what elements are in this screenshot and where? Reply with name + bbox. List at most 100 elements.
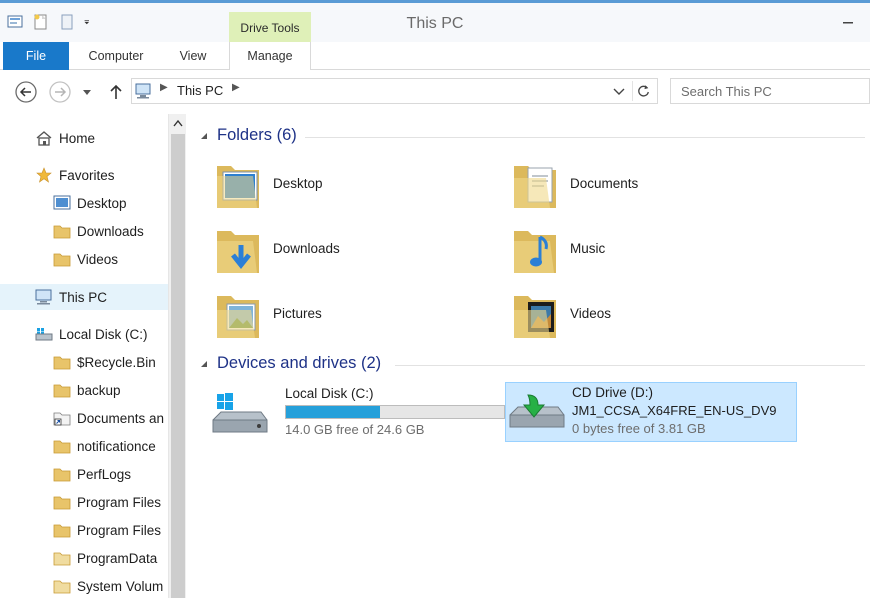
downloads-folder-icon bbox=[217, 231, 259, 273]
star-icon bbox=[36, 167, 52, 183]
folder-icon bbox=[53, 384, 71, 398]
folder-icon bbox=[53, 552, 71, 566]
documents-folder-icon bbox=[514, 166, 556, 208]
folder-icon bbox=[53, 440, 71, 454]
sidebar-item-label: backup bbox=[77, 382, 121, 398]
home-icon bbox=[36, 131, 52, 146]
folder-desktop[interactable]: Desktop bbox=[213, 156, 473, 212]
sidebar-item-recycle-bin[interactable]: $Recycle.Bin bbox=[53, 349, 168, 375]
minimize-icon[interactable] bbox=[840, 15, 856, 31]
drive-usage-bar bbox=[285, 405, 505, 419]
refresh-icon[interactable] bbox=[632, 81, 654, 101]
sidebar-item-backup[interactable]: backup bbox=[53, 377, 168, 403]
group-divider bbox=[395, 365, 865, 366]
sidebar-item-label: Desktop bbox=[77, 195, 127, 211]
tab-manage[interactable]: Manage bbox=[229, 42, 311, 70]
drive-cd-drive-d[interactable]: CD Drive (D:) JM1_CCSA_X64FRE_EN-US_DV9 … bbox=[505, 382, 797, 442]
sidebar-item-notificationcenter[interactable]: notificationce bbox=[53, 433, 168, 459]
folder-music[interactable]: Music bbox=[510, 221, 770, 277]
folder-name: Desktop bbox=[273, 176, 323, 191]
sidebar-item-label: Documents an bbox=[77, 410, 165, 426]
sidebar-item-this-pc[interactable]: This PC bbox=[0, 284, 168, 310]
folder-name: Documents bbox=[570, 176, 639, 191]
folder-icon bbox=[53, 524, 71, 538]
content-pane: Folders (6) Desktop Documents Downloads … bbox=[187, 114, 870, 598]
sidebar-item-documents-and-settings[interactable]: Documents an bbox=[53, 405, 168, 431]
recent-locations-icon[interactable] bbox=[80, 80, 94, 104]
back-button[interactable] bbox=[14, 80, 38, 104]
desktop-icon bbox=[53, 195, 71, 210]
folder-icon bbox=[53, 468, 71, 482]
sidebar-item-label: notificationce bbox=[77, 438, 156, 454]
drive-free-space: 14.0 GB free of 24.6 GB bbox=[285, 422, 425, 437]
computer-icon bbox=[35, 289, 52, 305]
group-divider bbox=[305, 137, 865, 138]
drive-free-space: 0 bytes free of 3.81 GB bbox=[572, 421, 706, 436]
folder-icon bbox=[53, 580, 71, 594]
computer-icon bbox=[135, 83, 151, 99]
address-bar[interactable]: ▶ This PC ▶ bbox=[131, 78, 658, 104]
up-button[interactable] bbox=[104, 80, 128, 104]
drive-local-disk-c[interactable]: Local Disk (C:) 14.0 GB free of 24.6 GB bbox=[205, 384, 505, 444]
sidebar-item-program-files-x86[interactable]: Program Files bbox=[53, 517, 168, 543]
sidebar-item-label: Home bbox=[59, 130, 96, 146]
folder-name: Music bbox=[570, 241, 606, 256]
sidebar-item-program-files[interactable]: Program Files bbox=[53, 489, 168, 515]
chevron-right-icon[interactable]: ▶ bbox=[232, 82, 240, 93]
tab-view[interactable]: View bbox=[164, 42, 222, 70]
breadcrumb-this-pc[interactable]: This PC bbox=[177, 83, 223, 98]
folder-icon bbox=[53, 253, 71, 267]
drive-name: Local Disk (C:) bbox=[285, 386, 374, 401]
navigation-scrollbar[interactable] bbox=[168, 114, 186, 598]
sidebar-item-label: System Volum bbox=[77, 578, 164, 594]
folder-videos[interactable]: Videos bbox=[510, 286, 770, 342]
sidebar-item-label: Program Files bbox=[77, 522, 162, 538]
chevron-right-icon[interactable]: ▶ bbox=[160, 82, 168, 93]
folder-pictures[interactable]: Pictures bbox=[213, 286, 473, 342]
folders-group-header[interactable]: Folders (6) bbox=[199, 126, 297, 145]
desktop-folder-icon bbox=[217, 166, 259, 208]
forward-button[interactable] bbox=[48, 80, 72, 104]
sidebar-item-label: Downloads bbox=[77, 223, 144, 239]
sidebar-item-label: Local Disk (C:) bbox=[59, 326, 148, 342]
tab-file[interactable]: File bbox=[3, 42, 69, 70]
navigation-row: ▶ This PC ▶ Search This PC bbox=[0, 70, 870, 114]
chevron-up-icon bbox=[173, 119, 183, 127]
drive-usage-fill bbox=[286, 406, 380, 418]
folder-name: Pictures bbox=[273, 306, 322, 321]
sidebar-item-label: This PC bbox=[59, 289, 108, 305]
folder-documents[interactable]: Documents bbox=[510, 156, 770, 212]
drives-group-header[interactable]: Devices and drives (2) bbox=[199, 354, 381, 373]
sidebar-item-perflogs[interactable]: PerfLogs bbox=[53, 461, 168, 487]
chevron-down-icon[interactable] bbox=[610, 81, 628, 101]
cd-drive-icon bbox=[509, 394, 565, 428]
sidebar-item-label: $Recycle.Bin bbox=[77, 354, 156, 370]
sidebar-item-label: Program Files bbox=[77, 494, 162, 510]
tab-computer[interactable]: Computer bbox=[76, 42, 156, 70]
sidebar-item-label: PerfLogs bbox=[77, 466, 132, 482]
drive-icon bbox=[212, 393, 268, 433]
folder-downloads[interactable]: Downloads bbox=[213, 221, 473, 277]
navigation-pane: Home Favorites Desktop Downloads Videos … bbox=[0, 114, 187, 598]
shortcut-folder-icon bbox=[53, 412, 71, 426]
drive-name: CD Drive (D:) bbox=[572, 385, 653, 400]
search-input[interactable]: Search This PC bbox=[670, 78, 870, 104]
ribbon-tabs: File Computer View Manage bbox=[0, 42, 870, 70]
pictures-folder-icon bbox=[217, 296, 259, 338]
sidebar-item-label: ProgramData bbox=[77, 550, 158, 566]
scroll-thumb[interactable] bbox=[171, 134, 185, 598]
drive-icon bbox=[35, 328, 53, 341]
folder-name: Videos bbox=[570, 306, 612, 321]
scroll-up-button[interactable] bbox=[169, 114, 187, 132]
sidebar-item-label: Videos bbox=[77, 251, 119, 267]
chevron-down-icon bbox=[201, 360, 207, 367]
folder-name: Downloads bbox=[273, 241, 340, 256]
folders-header-label: Folders (6) bbox=[217, 126, 297, 144]
search-placeholder: Search This PC bbox=[681, 84, 772, 99]
videos-folder-icon bbox=[514, 296, 556, 338]
sidebar-item-programdata[interactable]: ProgramData bbox=[53, 545, 168, 571]
drive-volume-label: JM1_CCSA_X64FRE_EN-US_DV9 bbox=[572, 403, 777, 418]
sidebar-item-label: Favorites bbox=[59, 167, 115, 183]
sidebar-item-system-volume[interactable]: System Volum bbox=[53, 573, 168, 598]
folder-icon bbox=[53, 496, 71, 510]
